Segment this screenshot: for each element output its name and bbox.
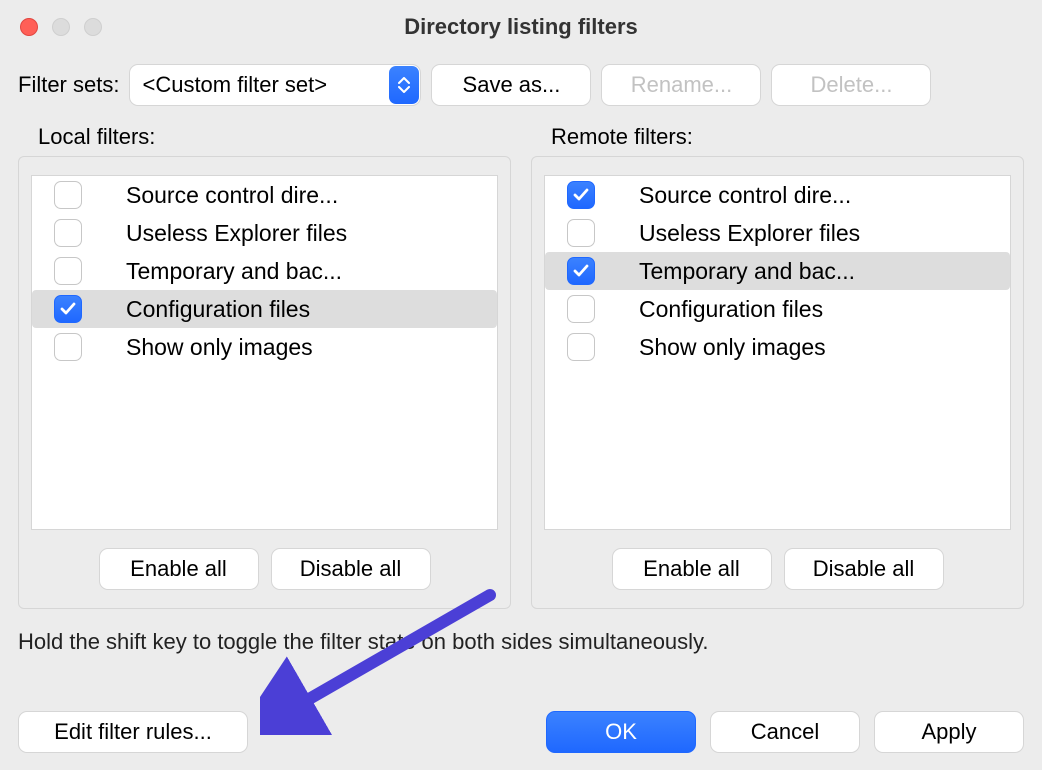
checkbox[interactable] [54,257,82,285]
local-enable-all-button[interactable]: Enable all [99,548,259,590]
checkbox[interactable] [54,181,82,209]
close-window-icon[interactable] [20,18,38,36]
list-item[interactable]: Source control dire... [545,176,1010,214]
list-item[interactable]: Useless Explorer files [545,214,1010,252]
remote-enable-all-button[interactable]: Enable all [612,548,772,590]
apply-button[interactable]: Apply [874,711,1024,753]
list-item[interactable]: Temporary and bac... [32,252,497,290]
window-controls [20,18,102,36]
list-item-label: Useless Explorer files [126,220,347,247]
remote-filters-box: Source control dire... Useless Explorer f… [531,156,1024,609]
checkbox[interactable] [567,219,595,247]
list-item-label: Useless Explorer files [639,220,860,247]
list-item[interactable]: Show only images [545,328,1010,366]
list-item[interactable]: Source control dire... [32,176,497,214]
list-item[interactable]: Configuration files [32,290,497,328]
filter-sets-label: Filter sets: [18,72,119,98]
checkbox[interactable] [567,333,595,361]
edit-filter-rules-button[interactable]: Edit filter rules... [18,711,248,753]
window-title: Directory listing filters [16,14,1026,40]
minimize-window-icon [52,18,70,36]
local-disable-all-button[interactable]: Disable all [271,548,431,590]
remote-filters-panel: Remote filters: Source control dire... Us… [531,116,1024,609]
list-item[interactable]: Temporary and bac... [545,252,1010,290]
list-item-label: Source control dire... [126,182,338,209]
cancel-button[interactable]: Cancel [710,711,860,753]
checkbox[interactable] [54,295,82,323]
remote-filters-list[interactable]: Source control dire... Useless Explorer f… [544,175,1011,530]
delete-button: Delete... [771,64,931,106]
local-filters-box: Source control dire... Useless Explorer f… [18,156,511,609]
list-item-label: Configuration files [126,296,310,323]
checkbox[interactable] [54,219,82,247]
checkbox[interactable] [54,333,82,361]
list-item-label: Temporary and bac... [639,258,855,285]
list-item-label: Configuration files [639,296,823,323]
filter-set-value: <Custom filter set> [142,72,327,98]
ok-button[interactable]: OK [546,711,696,753]
dialog-footer: Edit filter rules... OK Cancel Apply [0,708,1042,770]
list-item-label: Show only images [126,334,313,361]
local-filters-panel: Local filters: Source control dire... Use… [18,116,511,609]
remote-disable-all-button[interactable]: Disable all [784,548,944,590]
list-item-label: Show only images [639,334,826,361]
list-item[interactable]: Useless Explorer files [32,214,497,252]
dropdown-arrows-icon [389,66,419,104]
hint-text: Hold the shift key to toggle the filter … [0,609,1042,661]
list-item-label: Temporary and bac... [126,258,342,285]
rename-button: Rename... [601,64,761,106]
local-filters-label: Local filters: [38,124,511,150]
checkbox[interactable] [567,257,595,285]
titlebar: Directory listing filters [0,0,1042,54]
save-as-button[interactable]: Save as... [431,64,591,106]
remote-filters-label: Remote filters: [551,124,1024,150]
local-filters-list[interactable]: Source control dire... Useless Explorer f… [31,175,498,530]
list-item[interactable]: Show only images [32,328,497,366]
checkbox[interactable] [567,181,595,209]
filter-panels: Local filters: Source control dire... Use… [0,116,1042,609]
toolbar: Filter sets: <Custom filter set> Save as… [0,54,1042,116]
list-item[interactable]: Configuration files [545,290,1010,328]
list-item-label: Source control dire... [639,182,851,209]
checkbox[interactable] [567,295,595,323]
filter-set-select[interactable]: <Custom filter set> [129,64,421,106]
zoom-window-icon [84,18,102,36]
